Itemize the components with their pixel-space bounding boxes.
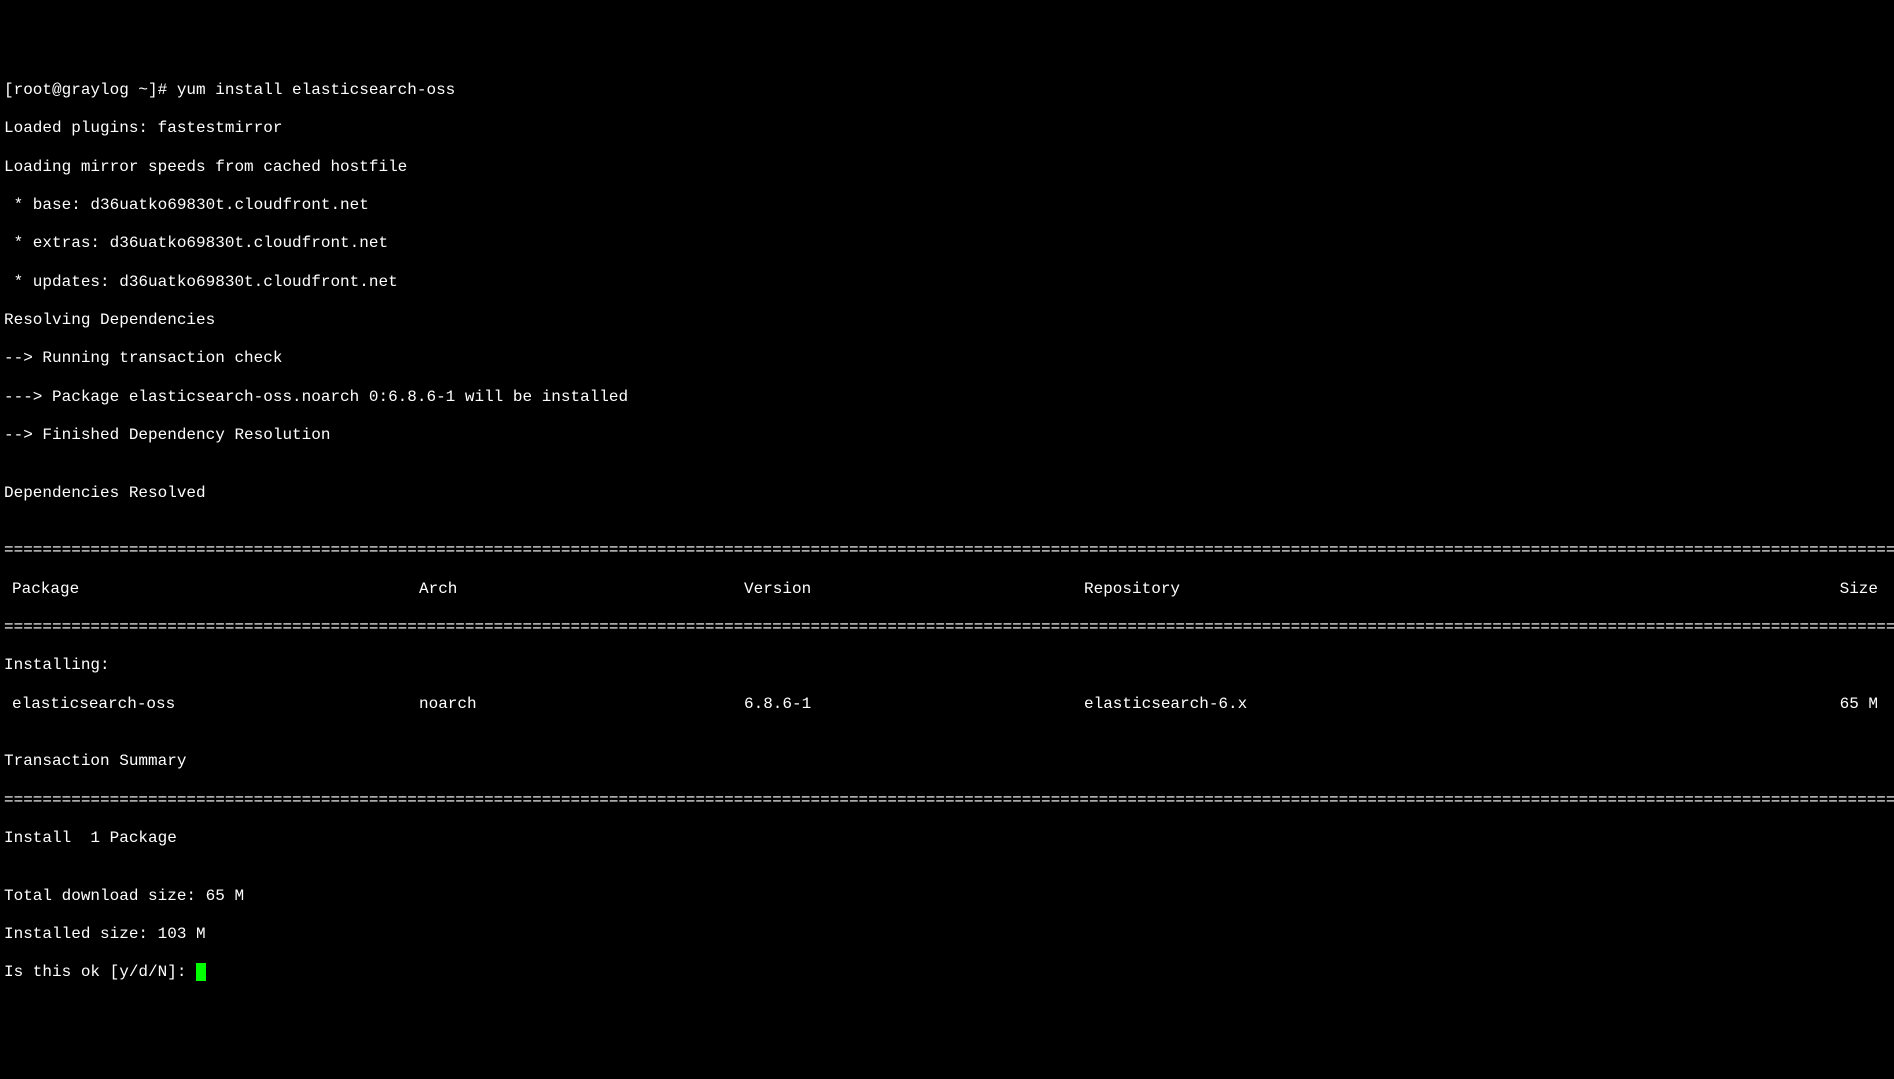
table-header-row: Package Arch Version Repository Size [0,580,1894,599]
table-header-size: Size [1494,580,1890,599]
summary-line: Total download size: 65 M [0,887,1894,906]
cell-arch: noarch [419,695,744,714]
output-line: * extras: d36uatko69830t.cloudfront.net [0,234,1894,253]
command-prompt-line: [root@graylog ~]# yum install elasticsea… [0,81,1894,100]
table-divider: ========================================… [0,618,1894,637]
output-line: Resolving Dependencies [0,311,1894,330]
table-row: elasticsearch-oss noarch 6.8.6-1 elastic… [0,695,1894,714]
output-line: * updates: d36uatko69830t.cloudfront.net [0,273,1894,292]
confirm-prompt-line[interactable]: Is this ok [y/d/N]: [0,963,1894,982]
output-line: * base: d36uatko69830t.cloudfront.net [0,196,1894,215]
output-line: Loading mirror speeds from cached hostfi… [0,158,1894,177]
installing-label: Installing: [0,656,1894,675]
table-divider: ========================================… [0,791,1894,810]
output-line: --> Running transaction check [0,349,1894,368]
confirm-prompt-text: Is this ok [y/d/N]: [4,963,196,981]
summary-line: Installed size: 103 M [0,925,1894,944]
output-line: ---> Package elasticsearch-oss.noarch 0:… [0,388,1894,407]
cell-package: elasticsearch-oss [4,695,419,714]
summary-line: Install 1 Package [0,829,1894,848]
table-header-repository: Repository [1084,580,1494,599]
output-line: Loaded plugins: fastestmirror [0,119,1894,138]
cursor-icon [196,963,206,981]
cell-size: 65 M [1494,695,1890,714]
table-header-package: Package [4,580,419,599]
cell-repository: elasticsearch-6.x [1084,695,1494,714]
table-header-arch: Arch [419,580,744,599]
shell-command[interactable]: yum install elasticsearch-oss [177,81,455,99]
table-header-version: Version [744,580,1084,599]
output-line: Dependencies Resolved [0,484,1894,503]
shell-prompt: [root@graylog ~]# [4,81,177,99]
output-line: --> Finished Dependency Resolution [0,426,1894,445]
summary-line: Transaction Summary [0,752,1894,771]
cell-version: 6.8.6-1 [744,695,1084,714]
table-divider: ========================================… [0,541,1894,560]
